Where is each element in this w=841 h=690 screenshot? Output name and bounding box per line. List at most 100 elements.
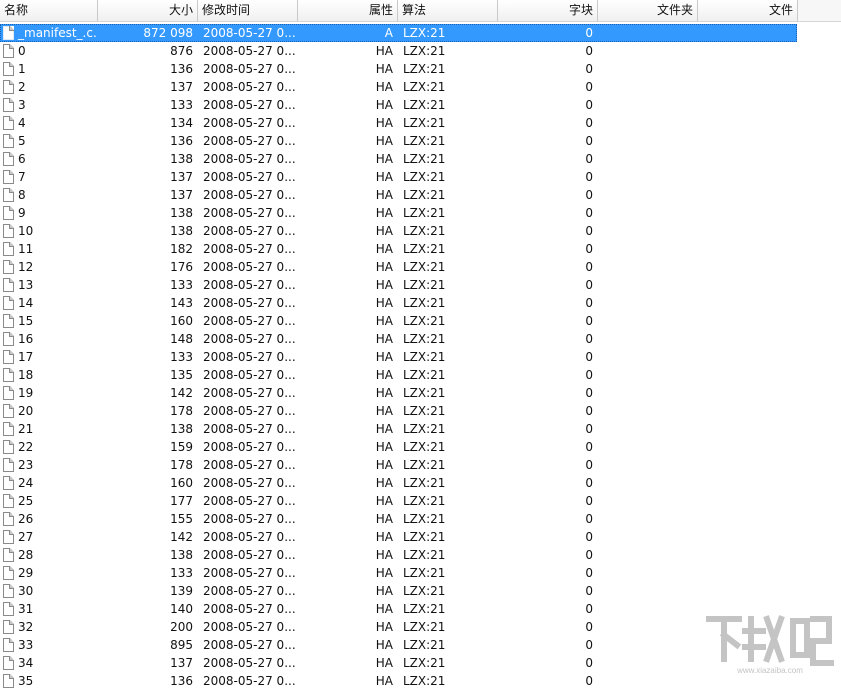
file-name: 18 — [18, 368, 34, 382]
column-header-block[interactable]: 字块 — [498, 0, 598, 21]
file-method: LZX:21 — [403, 242, 446, 256]
file-attributes: HA — [375, 584, 393, 598]
table-row[interactable]: 9 138 2008-05-27 0... HA LZX:21 0 — [0, 204, 841, 222]
file-method: LZX:21 — [403, 656, 446, 670]
file-block: 0 — [585, 170, 593, 184]
table-row[interactable]: 32 200 2008-05-27 0... HA LZX:21 0 — [0, 618, 841, 636]
file-attributes: HA — [375, 386, 393, 400]
file-name: 1 — [18, 62, 26, 76]
table-row[interactable]: 11 182 2008-05-27 0... HA LZX:21 0 — [0, 240, 841, 258]
table-row[interactable]: 6 138 2008-05-27 0... HA LZX:21 0 — [0, 150, 841, 168]
file-block: 0 — [585, 206, 593, 220]
table-row[interactable]: 14 143 2008-05-27 0... HA LZX:21 0 — [0, 294, 841, 312]
table-row[interactable]: 15 160 2008-05-27 0... HA LZX:21 0 — [0, 312, 841, 330]
file-size: 136 — [170, 62, 193, 76]
table-row[interactable]: 12 176 2008-05-27 0... HA LZX:21 0 — [0, 258, 841, 276]
table-row[interactable]: 13 133 2008-05-27 0... HA LZX:21 0 — [0, 276, 841, 294]
table-row[interactable]: _manifest_.c... 872 098 2008-05-27 0... A LZ… — [0, 24, 841, 42]
column-header-modified[interactable]: 修改时间 — [198, 0, 298, 21]
file-block: 0 — [585, 224, 593, 238]
file-attributes: HA — [375, 98, 393, 112]
table-row[interactable]: 20 178 2008-05-27 0... HA LZX:21 0 — [0, 402, 841, 420]
table-row[interactable]: 19 142 2008-05-27 0... HA LZX:21 0 — [0, 384, 841, 402]
table-row[interactable]: 23 178 2008-05-27 0... HA LZX:21 0 — [0, 456, 841, 474]
table-row[interactable]: 35 136 2008-05-27 0... HA LZX:21 0 — [0, 672, 841, 690]
column-header-name[interactable]: 名称 — [0, 0, 98, 21]
table-row[interactable]: 8 137 2008-05-27 0... HA LZX:21 0 — [0, 186, 841, 204]
file-name: 27 — [18, 530, 34, 544]
file-block: 0 — [585, 80, 593, 94]
table-row[interactable]: 28 138 2008-05-27 0... HA LZX:21 0 — [0, 546, 841, 564]
file-size: 137 — [170, 80, 193, 94]
file-modified: 2008-05-27 0... — [203, 188, 296, 202]
file-modified: 2008-05-27 0... — [203, 296, 296, 310]
file-method: LZX:21 — [403, 224, 446, 238]
file-modified: 2008-05-27 0... — [203, 170, 296, 184]
file-method: LZX:21 — [403, 512, 446, 526]
file-size: 138 — [170, 206, 193, 220]
table-row[interactable]: 30 139 2008-05-27 0... HA LZX:21 0 — [0, 582, 841, 600]
file-size: 872 098 — [143, 26, 193, 40]
file-block: 0 — [585, 638, 593, 652]
table-row[interactable]: 21 138 2008-05-27 0... HA LZX:21 0 — [0, 420, 841, 438]
file-name: 2 — [18, 80, 26, 94]
file-attributes: HA — [375, 314, 393, 328]
file-attributes: HA — [375, 242, 393, 256]
file-size: 133 — [170, 278, 193, 292]
file-attributes: HA — [375, 404, 393, 418]
table-row[interactable]: 1 136 2008-05-27 0... HA LZX:21 0 — [0, 60, 841, 78]
column-header-size[interactable]: 大小 — [98, 0, 198, 21]
file-method: LZX:21 — [403, 278, 446, 292]
table-row[interactable]: 0 876 2008-05-27 0... HA LZX:21 0 — [0, 42, 841, 60]
table-row[interactable]: 10 138 2008-05-27 0... HA LZX:21 0 — [0, 222, 841, 240]
column-header-folder[interactable]: 文件夹 — [598, 0, 698, 21]
file-size: 178 — [170, 458, 193, 472]
table-row[interactable]: 33 895 2008-05-27 0... HA LZX:21 0 — [0, 636, 841, 654]
file-size: 134 — [170, 116, 193, 130]
table-row[interactable]: 17 133 2008-05-27 0... HA LZX:21 0 — [0, 348, 841, 366]
file-block: 0 — [585, 530, 593, 544]
file-block: 0 — [585, 242, 593, 256]
column-header-method[interactable]: 算法 — [398, 0, 498, 21]
file-modified: 2008-05-27 0... — [203, 530, 296, 544]
file-name: 13 — [18, 278, 34, 292]
table-row[interactable]: 18 135 2008-05-27 0... HA LZX:21 0 — [0, 366, 841, 384]
file-block: 0 — [585, 512, 593, 526]
table-row[interactable]: 2 137 2008-05-27 0... HA LZX:21 0 — [0, 78, 841, 96]
file-size: 139 — [170, 584, 193, 598]
file-block: 0 — [585, 188, 593, 202]
file-size: 136 — [170, 134, 193, 148]
table-row[interactable]: 3 133 2008-05-27 0... HA LZX:21 0 — [0, 96, 841, 114]
file-method: LZX:21 — [403, 368, 446, 382]
file-block: 0 — [585, 422, 593, 436]
table-row[interactable]: 31 140 2008-05-27 0... HA LZX:21 0 — [0, 600, 841, 618]
file-name: 31 — [18, 602, 34, 616]
file-method: LZX:21 — [403, 26, 446, 40]
file-size: 142 — [170, 386, 193, 400]
table-row[interactable]: 5 136 2008-05-27 0... HA LZX:21 0 — [0, 132, 841, 150]
table-row[interactable]: 34 137 2008-05-27 0... HA LZX:21 0 — [0, 654, 841, 672]
file-size: 137 — [170, 656, 193, 670]
table-row[interactable]: 25 177 2008-05-27 0... HA LZX:21 0 — [0, 492, 841, 510]
table-row[interactable]: 7 137 2008-05-27 0... HA LZX:21 0 — [0, 168, 841, 186]
file-method: LZX:21 — [403, 296, 446, 310]
file-name: 29 — [18, 566, 34, 580]
file-name: 11 — [18, 242, 34, 256]
table-row[interactable]: 24 160 2008-05-27 0... HA LZX:21 0 — [0, 474, 841, 492]
file-name: 25 — [18, 494, 34, 508]
file-attributes: HA — [375, 188, 393, 202]
column-header-attributes[interactable]: 属性 — [298, 0, 398, 21]
file-modified: 2008-05-27 0... — [203, 62, 296, 76]
table-row[interactable]: 4 134 2008-05-27 0... HA LZX:21 0 — [0, 114, 841, 132]
table-row[interactable]: 22 159 2008-05-27 0... HA LZX:21 0 — [0, 438, 841, 456]
file-name: 4 — [18, 116, 26, 130]
table-row[interactable]: 16 148 2008-05-27 0... HA LZX:21 0 — [0, 330, 841, 348]
column-header-file[interactable]: 文件 — [698, 0, 798, 21]
file-attributes: HA — [375, 602, 393, 616]
table-row[interactable]: 27 142 2008-05-27 0... HA LZX:21 0 — [0, 528, 841, 546]
file-method: LZX:21 — [403, 260, 446, 274]
file-size: 142 — [170, 530, 193, 544]
table-row[interactable]: 29 133 2008-05-27 0... HA LZX:21 0 — [0, 564, 841, 582]
file-attributes: HA — [375, 494, 393, 508]
table-row[interactable]: 26 155 2008-05-27 0... HA LZX:21 0 — [0, 510, 841, 528]
